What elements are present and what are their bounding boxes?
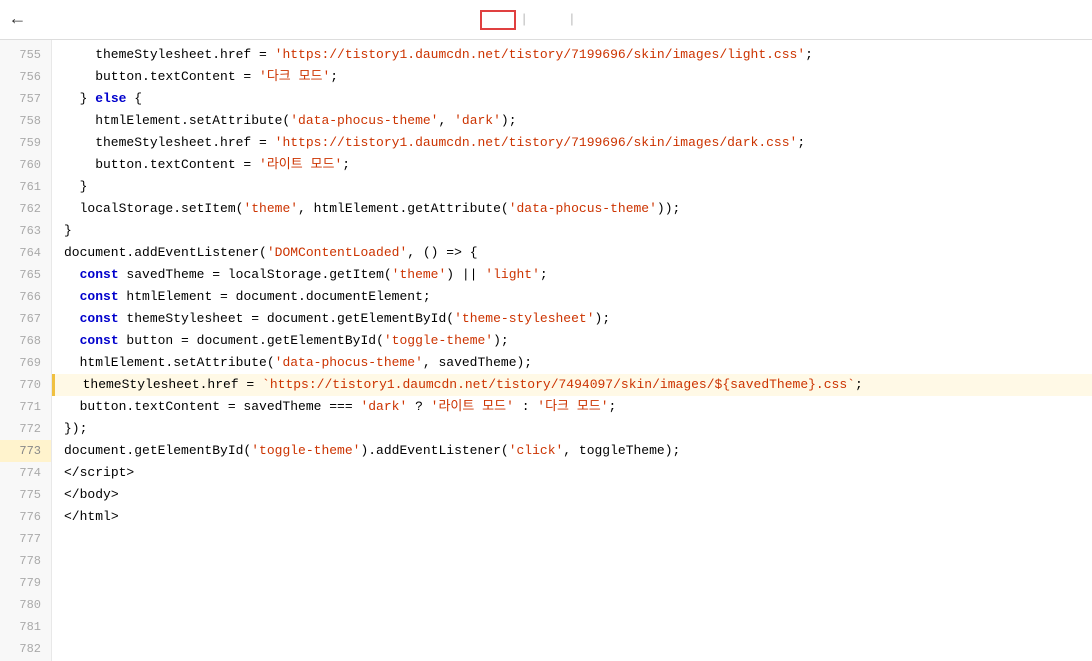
code-line-780: </body> <box>52 484 1092 506</box>
code-line-757: } else { <box>52 88 1092 110</box>
back-button[interactable]: ← <box>12 10 23 30</box>
code-line-761: } <box>52 176 1092 198</box>
code-line-756: button.textContent = '다크 모드'; <box>52 66 1092 88</box>
line-number-759: 759 <box>0 132 51 154</box>
line-number-765: 765 <box>0 264 51 286</box>
line-number-779: 779 <box>0 572 51 594</box>
line-number-773: 773 <box>0 440 51 462</box>
tab-file-upload[interactable] <box>580 12 612 28</box>
line-number-766: 766 <box>0 286 51 308</box>
nav-separator-2: | <box>564 12 580 27</box>
line-number-777: 777 <box>0 528 51 550</box>
line-number-778: 778 <box>0 550 51 572</box>
line-number-761: 761 <box>0 176 51 198</box>
line-number-776: 776 <box>0 506 51 528</box>
code-line-766: document.addEventListener('DOMContentLoa… <box>52 242 1092 264</box>
code-line-770: const button = document.getElementById('… <box>52 330 1092 352</box>
nav-tabs: | | <box>480 10 612 30</box>
line-number-757: 757 <box>0 88 51 110</box>
line-number-755: 755 <box>0 44 51 66</box>
code-line-776: }); <box>52 418 1092 440</box>
code-line-767: const savedTheme = localStorage.getItem(… <box>52 264 1092 286</box>
line-number-769: 769 <box>0 352 51 374</box>
top-nav: ← | | <box>0 0 1092 40</box>
code-line-763: localStorage.setItem('theme', htmlElemen… <box>52 198 1092 220</box>
code-line-760: button.textContent = '라이트 모드'; <box>52 154 1092 176</box>
line-number-782: 782 <box>0 638 51 660</box>
line-number-772: 772 <box>0 418 51 440</box>
line-number-770: 770 <box>0 374 51 396</box>
code-line-768: const htmlElement = document.documentEle… <box>52 286 1092 308</box>
code-content[interactable]: themeStylesheet.href = 'https://tistory1… <box>52 40 1092 661</box>
line-number-781: 781 <box>0 616 51 638</box>
line-number-756: 756 <box>0 66 51 88</box>
line-number-768: 768 <box>0 330 51 352</box>
code-line-769: const themeStylesheet = document.getElem… <box>52 308 1092 330</box>
code-line-782: </html> <box>52 506 1092 528</box>
code-line-772: htmlElement.setAttribute('data-phocus-th… <box>52 352 1092 374</box>
line-number-774: 774 <box>0 462 51 484</box>
tab-css[interactable] <box>532 12 564 28</box>
code-line-755: themeStylesheet.href = 'https://tistory1… <box>52 44 1092 66</box>
code-line-773: themeStylesheet.href = `https://tistory1… <box>52 374 1092 396</box>
line-number-762: 762 <box>0 198 51 220</box>
line-number-764: 764 <box>0 242 51 264</box>
code-editor: 7557567577587597607617627637647657667677… <box>0 40 1092 661</box>
line-number-760: 760 <box>0 154 51 176</box>
code-line-759: themeStylesheet.href = 'https://tistory1… <box>52 132 1092 154</box>
nav-separator-1: | <box>516 12 532 27</box>
line-number-771: 771 <box>0 396 51 418</box>
line-number-780: 780 <box>0 594 51 616</box>
code-line-779: </script> <box>52 462 1092 484</box>
code-line-778: document.getElementById('toggle-theme').… <box>52 440 1092 462</box>
code-line-775: button.textContent = savedTheme === 'dar… <box>52 396 1092 418</box>
line-number-763: 763 <box>0 220 51 242</box>
line-number-758: 758 <box>0 110 51 132</box>
code-line-764: } <box>52 220 1092 242</box>
tab-html[interactable] <box>480 10 516 30</box>
line-numbers: 7557567577587597607617627637647657667677… <box>0 40 52 661</box>
code-line-758: htmlElement.setAttribute('data-phocus-th… <box>52 110 1092 132</box>
line-number-775: 775 <box>0 484 51 506</box>
line-number-767: 767 <box>0 308 51 330</box>
